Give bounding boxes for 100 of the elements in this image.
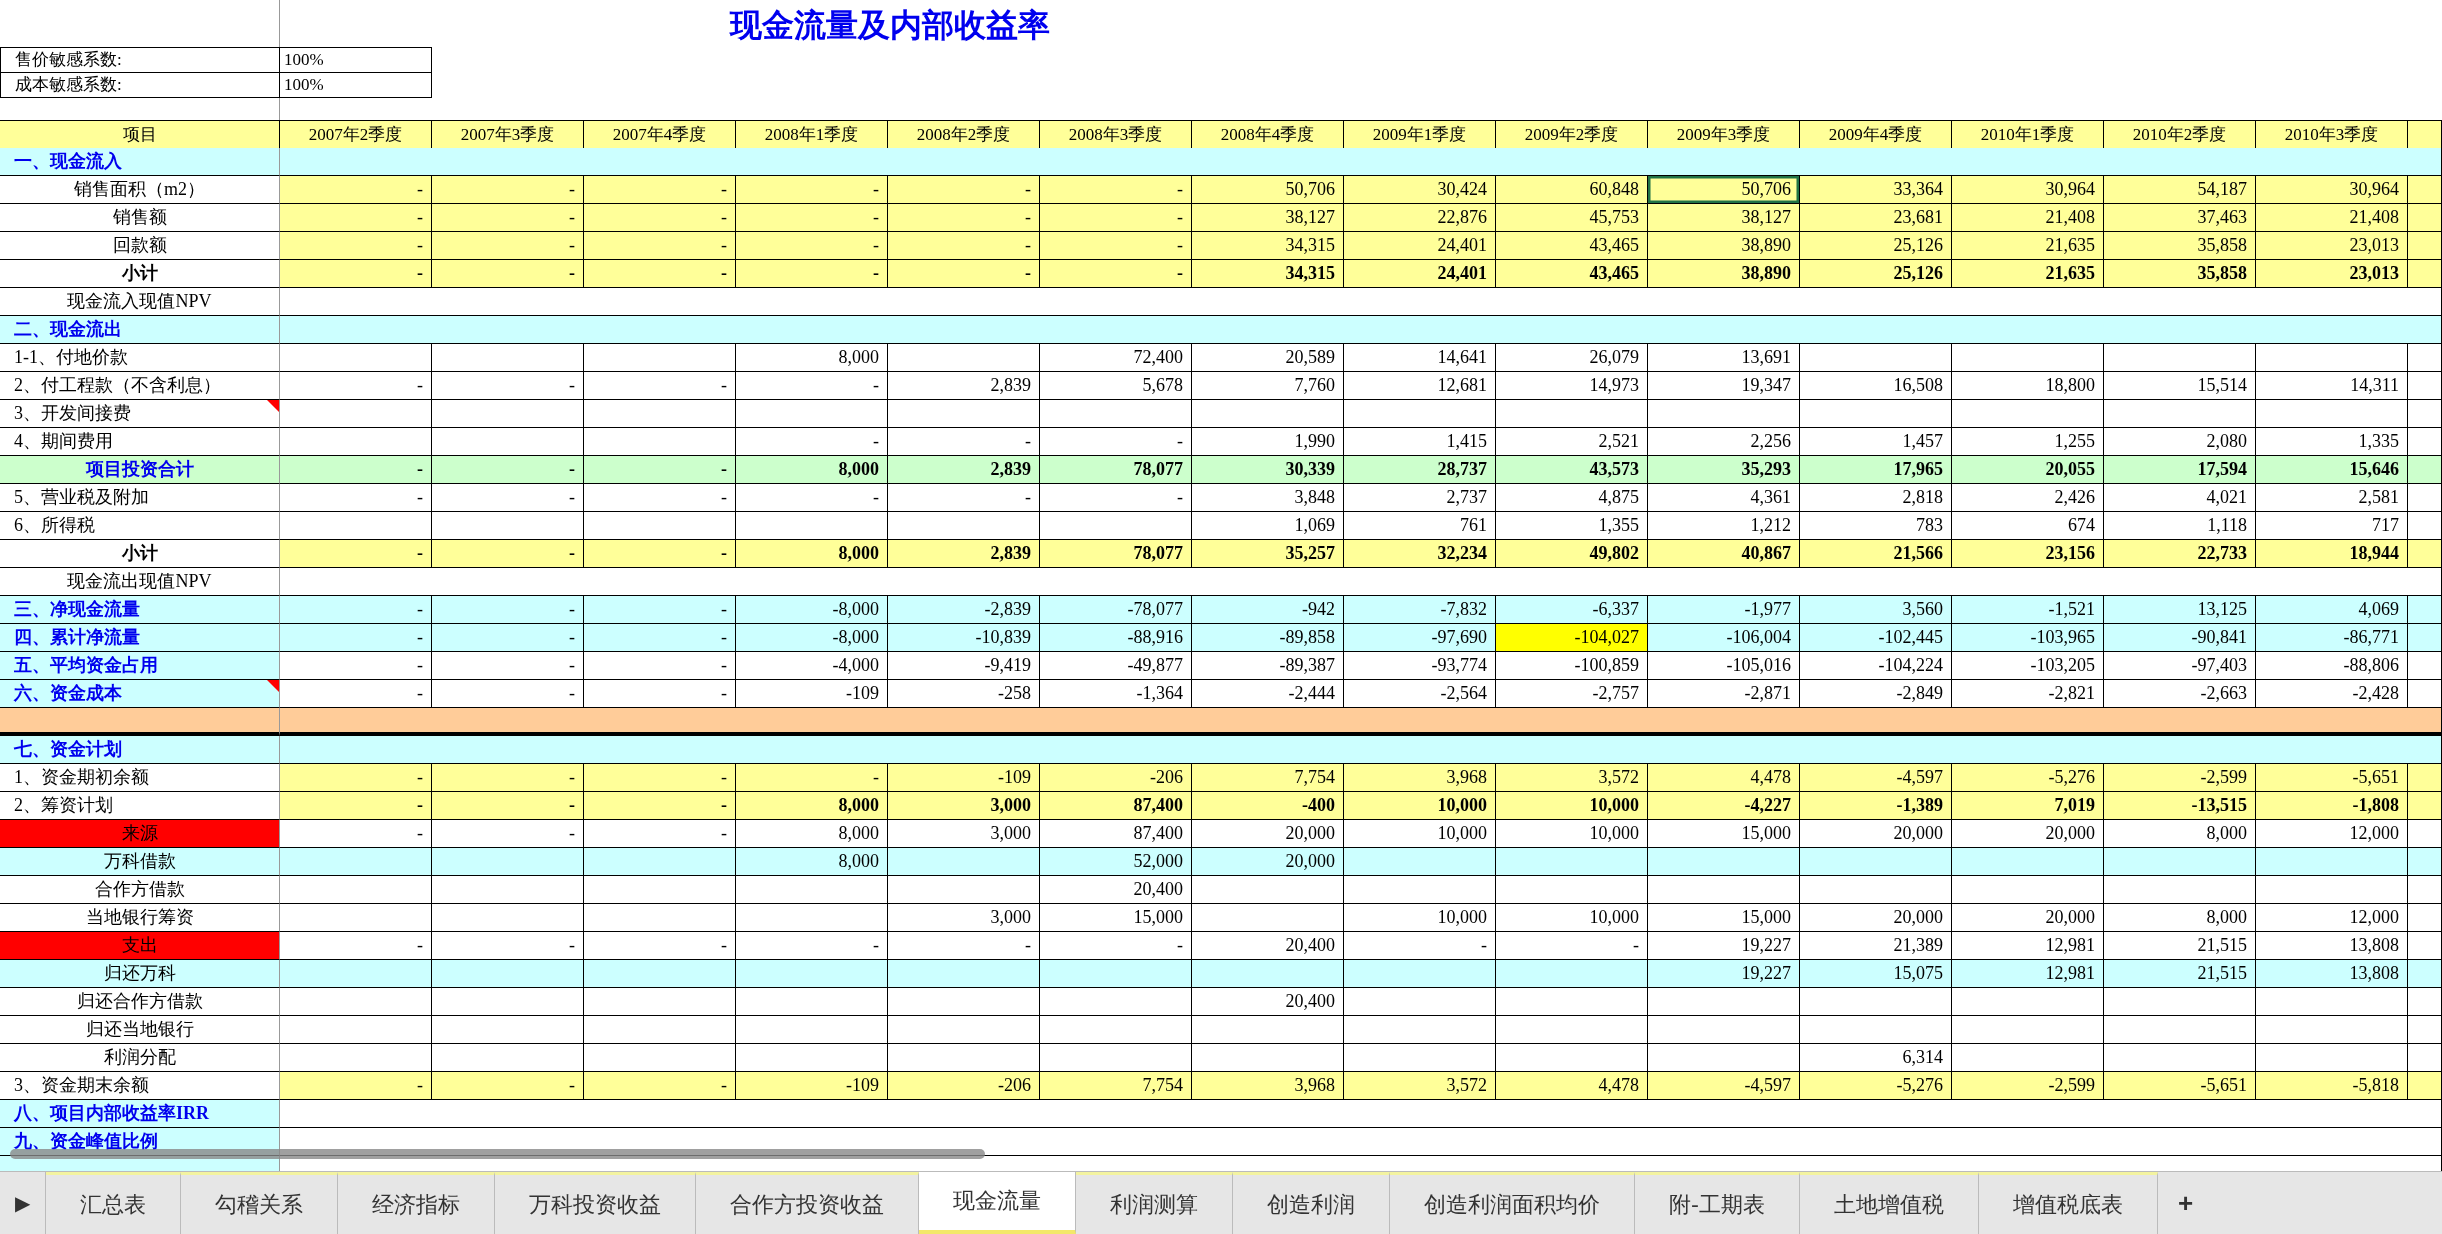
table-cell: -942 (1192, 596, 1344, 624)
table-cell: -90,841 (2104, 624, 2256, 652)
table-cell: 2,818 (1800, 484, 1952, 512)
table-cell: -78,077 (1040, 596, 1192, 624)
table-cell: 717 (2256, 512, 2408, 540)
table-cell: 4,875 (1496, 484, 1648, 512)
table-cell (2408, 876, 2442, 904)
column-header: 2010年3季度 (2256, 120, 2408, 149)
table-cell: - (736, 260, 888, 288)
table-cell (2408, 988, 2442, 1016)
table-cell: - (432, 260, 584, 288)
row-label: 四、累计净流量 (0, 624, 280, 652)
table-cell: 35,858 (2104, 232, 2256, 260)
table-cell: 23,681 (1800, 204, 1952, 232)
table-cell: -103,965 (1952, 624, 2104, 652)
table-cell: 54,187 (2104, 176, 2256, 204)
table-cell: - (280, 260, 432, 288)
table-cell[interactable]: 50,706 (1648, 176, 1800, 204)
column-header: 2009年4季度 (1800, 120, 1952, 149)
table-cell: 10,000 (1496, 904, 1648, 932)
parameter-value: 100% (280, 47, 432, 72)
table-cell: 15,514 (2104, 372, 2256, 400)
table-cell: - (280, 204, 432, 232)
table-cell: -7,832 (1344, 596, 1496, 624)
table-cell (2408, 344, 2442, 372)
sheet-tab[interactable]: 土地增值税 (1799, 1172, 1979, 1234)
table-cell: -4,227 (1648, 792, 1800, 820)
scrollbar[interactable] (10, 1149, 985, 1159)
sheet-tab[interactable]: 经济指标 (338, 1172, 495, 1234)
table-cell: -2,663 (2104, 680, 2256, 708)
table-cell: 1,457 (1800, 428, 1952, 456)
table-cell: -1,808 (2256, 792, 2408, 820)
table-cell: 2,426 (1952, 484, 2104, 512)
table-cell (2408, 232, 2442, 260)
table-cell: 21,408 (2256, 204, 2408, 232)
table-cell: -109 (888, 764, 1040, 792)
row-label: 万科借款 (0, 848, 280, 876)
table-cell: 3,000 (888, 792, 1040, 820)
row-label: 当地银行筹资 (0, 904, 280, 932)
table-cell[interactable]: -104,027 (1496, 624, 1648, 652)
sheet-tab[interactable]: 附-工期表 (1635, 1172, 1800, 1234)
table-cell (2408, 848, 2442, 876)
sheet-tab[interactable]: 勾稽关系 (181, 1172, 338, 1234)
row-label: 归还当地银行 (0, 1016, 280, 1044)
row-label: 五、平均资金占用 (0, 652, 280, 680)
table-cell: 28,737 (1344, 456, 1496, 484)
sheet-tab[interactable]: 创造利润 (1233, 1172, 1390, 1234)
table-cell: -109 (736, 1072, 888, 1100)
table-cell: -49,877 (1040, 652, 1192, 680)
table-cell: 4,478 (1496, 1072, 1648, 1100)
column-header: 2008年2季度 (888, 120, 1040, 149)
table-cell: - (736, 372, 888, 400)
table-cell: 45,753 (1496, 204, 1648, 232)
row-label: 归还万科 (0, 960, 280, 988)
sheet-tab[interactable]: 现金流量 (919, 1172, 1076, 1234)
sheet-tab[interactable]: 合作方投资收益 (696, 1172, 919, 1234)
table-cell: 4,478 (1648, 764, 1800, 792)
row-label: 5、营业税及附加 (0, 484, 280, 512)
table-cell: - (888, 428, 1040, 456)
table-cell: - (432, 456, 584, 484)
table-cell: -13,515 (2104, 792, 2256, 820)
table-cell: -89,387 (1192, 652, 1344, 680)
row-label: 3、资金期末余额 (0, 1072, 280, 1100)
table-cell: 21,515 (2104, 960, 2256, 988)
table-cell (2408, 260, 2442, 288)
sheet-tab[interactable]: 万科投资收益 (495, 1172, 696, 1234)
table-cell: 23,156 (1952, 540, 2104, 568)
parameter-label: 售价敏感系数: (0, 47, 280, 72)
sheet-tab[interactable]: 创造利润面积均价 (1390, 1172, 1635, 1234)
table-cell: - (280, 624, 432, 652)
table-cell (2408, 904, 2442, 932)
table-cell: 32,234 (1344, 540, 1496, 568)
column-header: 2007年3季度 (432, 120, 584, 149)
table-cell: - (432, 484, 584, 512)
table-cell: - (280, 484, 432, 512)
sheet-tab[interactable]: 增值税底表 (1978, 1172, 2158, 1234)
table-cell: -103,205 (1952, 652, 2104, 680)
table-cell: 21,635 (1952, 232, 2104, 260)
table-cell: 15,000 (1648, 904, 1800, 932)
table-cell: - (1040, 428, 1192, 456)
sheet-tab[interactable]: 汇总表 (46, 1172, 181, 1234)
table-cell: 30,964 (2256, 176, 2408, 204)
table-cell: - (736, 232, 888, 260)
table-cell: 21,389 (1800, 932, 1952, 960)
sheet-title: 现金流量及内部收益率 (728, 5, 1051, 46)
table-cell: - (1040, 204, 1192, 232)
table-cell: 17,965 (1800, 456, 1952, 484)
column-header: 2008年1季度 (736, 120, 888, 149)
table-cell (2408, 512, 2442, 540)
table-cell: - (584, 680, 736, 708)
table-cell: - (280, 680, 432, 708)
table-cell: - (888, 260, 1040, 288)
table-cell: 43,573 (1496, 456, 1648, 484)
table-cell: - (432, 820, 584, 848)
table-cell (2408, 120, 2442, 149)
row-label: 现金流入现值NPV (0, 288, 280, 316)
table-cell: 78,077 (1040, 456, 1192, 484)
sheet-tab[interactable]: 利润测算 (1076, 1172, 1233, 1234)
table-cell: 8,000 (736, 456, 888, 484)
table-cell: -109 (736, 680, 888, 708)
